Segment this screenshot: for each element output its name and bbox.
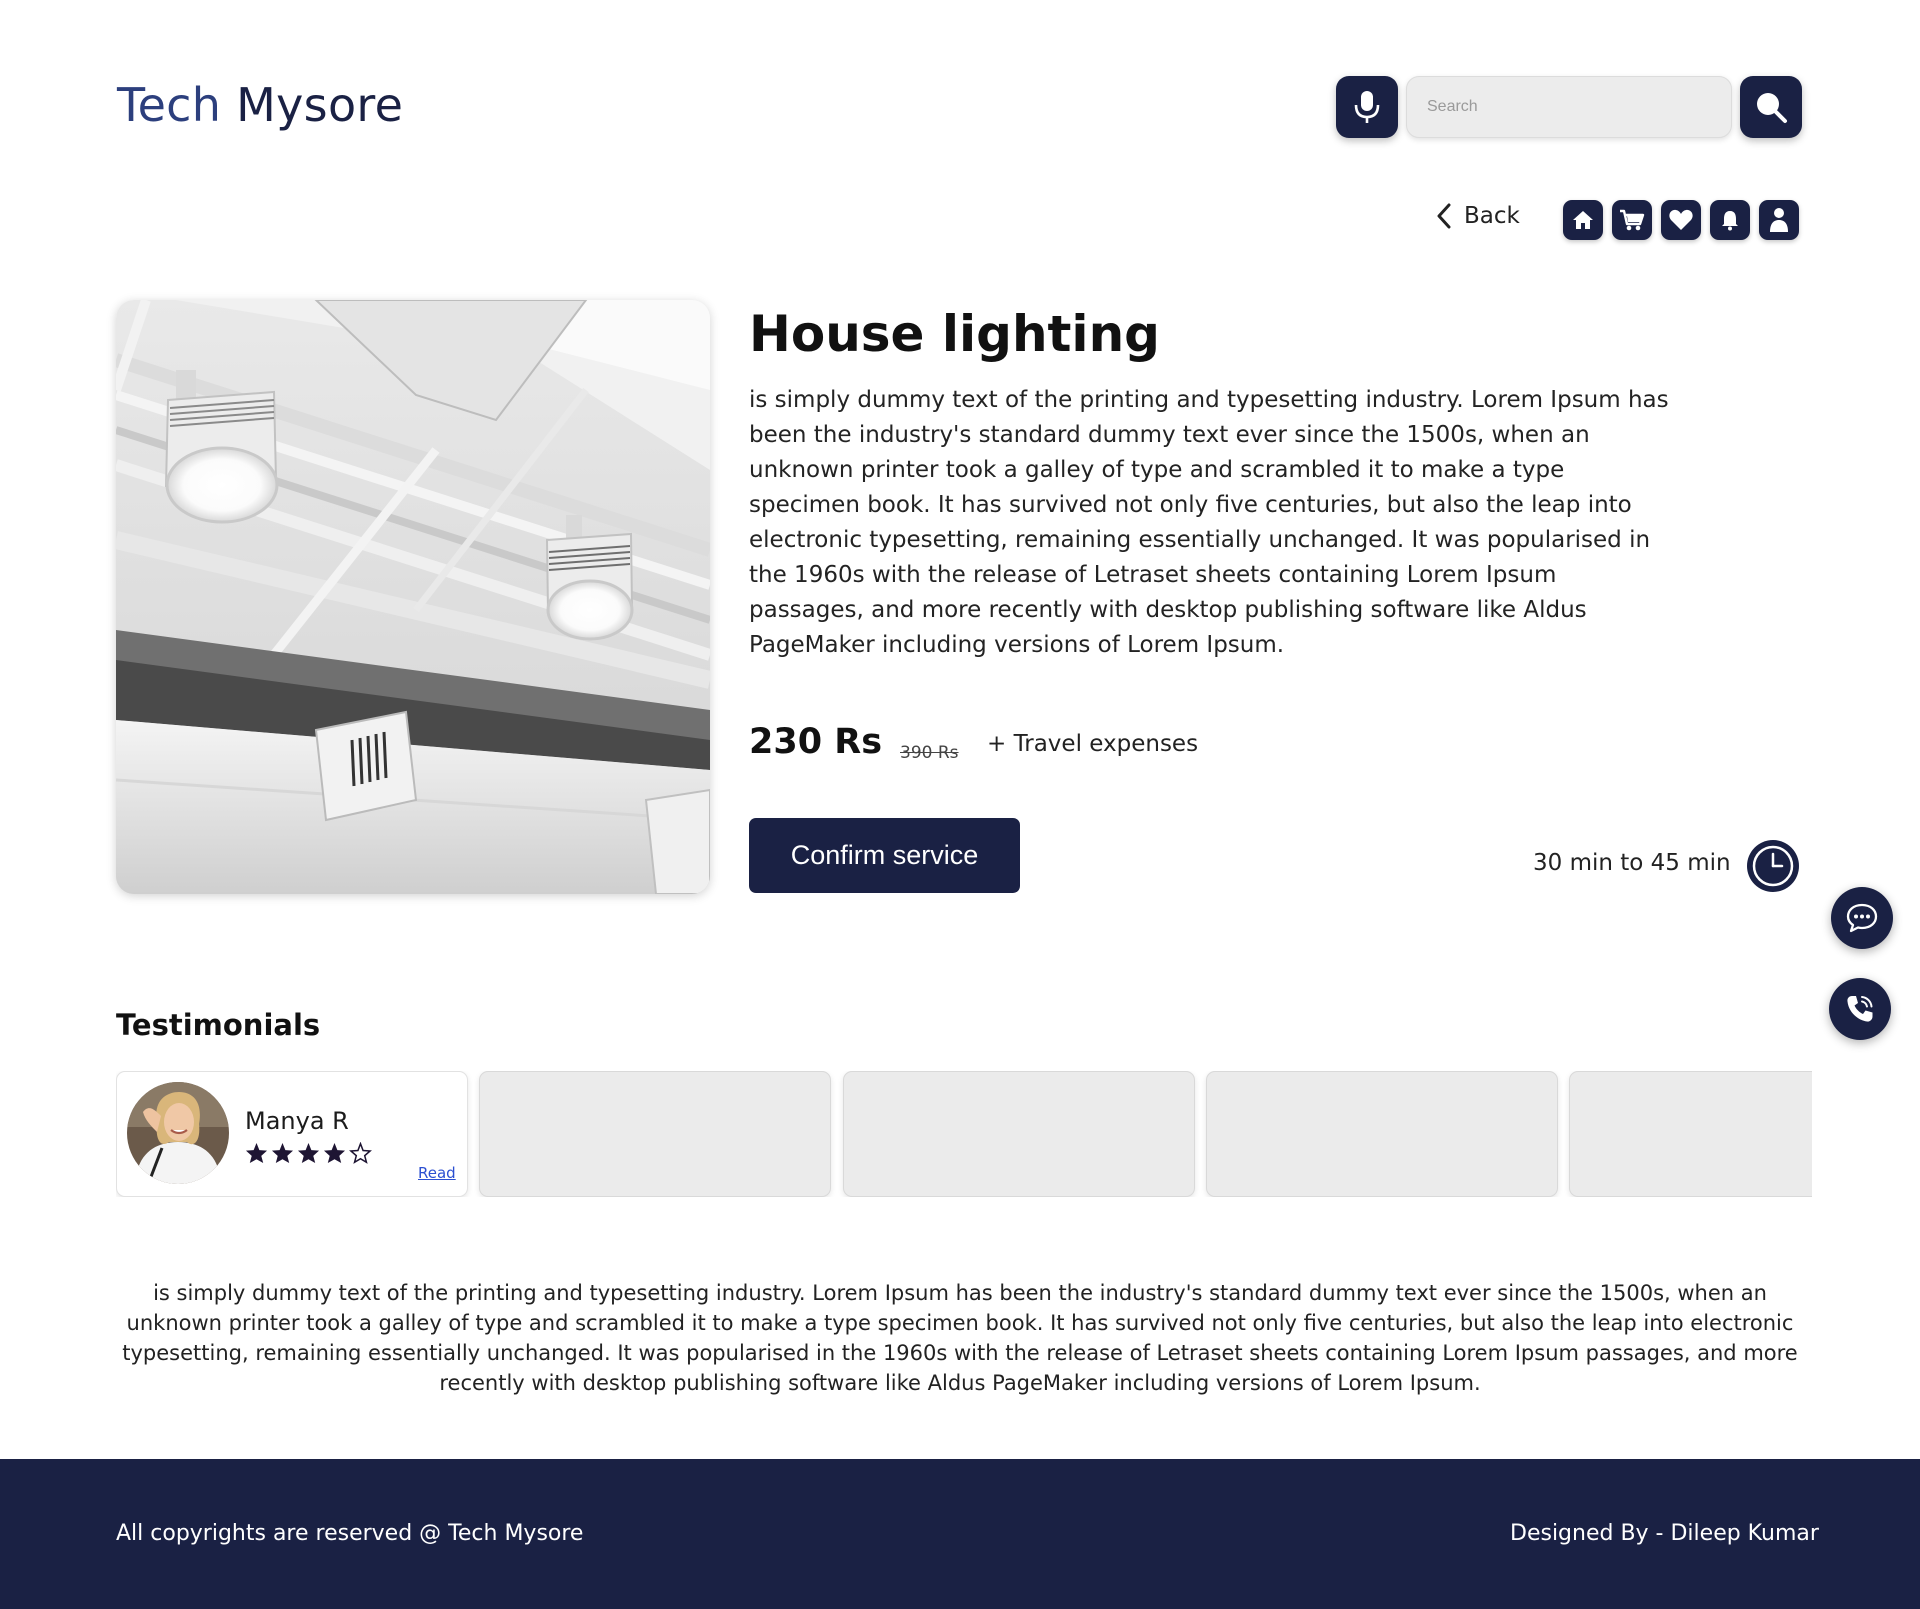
star-filled-icon xyxy=(245,1142,268,1164)
brand-logo[interactable]: Tech Mysore xyxy=(117,78,403,132)
brand-word-tech: Tech xyxy=(117,78,222,132)
wishlist-button[interactable] xyxy=(1661,200,1701,240)
star-filled-icon xyxy=(323,1142,346,1164)
nav-icon-bar xyxy=(1563,200,1799,240)
home-button[interactable] xyxy=(1563,200,1603,240)
back-label: Back xyxy=(1464,203,1520,229)
search-field[interactable] xyxy=(1406,76,1732,138)
about-text: is simply dummy text of the printing and… xyxy=(122,1281,1798,1395)
star-rating xyxy=(245,1142,372,1164)
testimonials-carousel[interactable]: Manya R Read xyxy=(116,1071,1812,1197)
search-input[interactable] xyxy=(1407,77,1731,137)
chat-bubble-icon xyxy=(1846,903,1878,933)
designer-credit: Designed By - Dileep Kumar xyxy=(1510,1521,1819,1546)
testimonials-heading: Testimonials xyxy=(116,1008,321,1042)
star-empty-icon xyxy=(349,1142,372,1164)
heart-icon xyxy=(1669,209,1693,230)
microphone-icon xyxy=(1354,91,1380,123)
testimonial-card-placeholder[interactable] xyxy=(1569,1071,1812,1197)
profile-button[interactable] xyxy=(1759,200,1799,240)
confirm-service-button[interactable]: Confirm service xyxy=(749,818,1020,893)
search-icon xyxy=(1757,93,1787,123)
testimonial-card-placeholder[interactable] xyxy=(843,1071,1195,1197)
back-button[interactable]: Back xyxy=(1436,203,1520,229)
clock-badge xyxy=(1745,838,1801,894)
clock-icon xyxy=(1747,840,1799,892)
testimonial-card-placeholder[interactable] xyxy=(479,1071,831,1197)
product-description: is simply dummy text of the printing and… xyxy=(749,387,1669,658)
voice-search-button[interactable] xyxy=(1336,76,1398,138)
testimonial-card-placeholder[interactable] xyxy=(1206,1071,1558,1197)
read-review-link[interactable]: Read xyxy=(418,1164,456,1182)
star-filled-icon xyxy=(271,1142,294,1164)
chat-button[interactable] xyxy=(1831,887,1893,949)
product-title: House lighting xyxy=(749,305,1160,363)
cart-icon xyxy=(1620,209,1645,231)
search-button[interactable] xyxy=(1740,76,1802,138)
bell-icon xyxy=(1722,211,1738,231)
original-price: 390 Rs xyxy=(900,743,959,763)
travel-expenses-note: + Travel expenses xyxy=(987,731,1199,757)
home-icon xyxy=(1573,211,1593,229)
service-duration: 30 min to 45 min xyxy=(1533,850,1731,876)
current-price: 230 Rs xyxy=(749,722,883,762)
phone-icon xyxy=(1847,996,1873,1022)
reviewer-name: Manya R xyxy=(245,1107,349,1135)
user-icon xyxy=(1770,208,1788,232)
notifications-button[interactable] xyxy=(1710,200,1750,240)
brand-word-mysore: Mysore xyxy=(236,78,404,132)
chevron-left-icon xyxy=(1437,203,1451,229)
call-button[interactable] xyxy=(1829,978,1891,1040)
star-filled-icon xyxy=(297,1142,320,1164)
service-photo xyxy=(116,300,710,894)
cart-button[interactable] xyxy=(1612,200,1652,240)
avatar xyxy=(127,1082,229,1184)
copyright-text: All copyrights are reserved @ Tech Mysor… xyxy=(116,1521,584,1546)
testimonial-card[interactable]: Manya R Read xyxy=(116,1071,468,1197)
